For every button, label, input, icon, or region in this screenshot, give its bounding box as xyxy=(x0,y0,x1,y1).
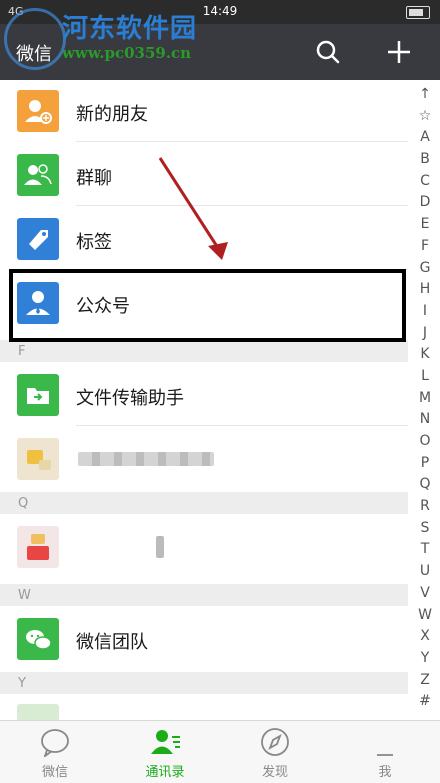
divider xyxy=(76,141,408,142)
list-item-wechat-team[interactable]: 微信团队 xyxy=(0,608,408,670)
add-button[interactable] xyxy=(381,34,417,70)
index-letter[interactable]: B xyxy=(414,149,436,171)
list-item-blurred-contact[interactable] xyxy=(0,694,408,720)
chat-bubble-icon xyxy=(41,729,69,757)
index-letter[interactable]: R xyxy=(414,496,436,518)
index-letter[interactable]: X xyxy=(414,626,436,648)
new-friends-icon xyxy=(17,90,59,132)
index-letter[interactable]: I xyxy=(414,301,436,323)
profile-icon xyxy=(377,754,393,756)
index-letter[interactable]: K xyxy=(414,344,436,366)
index-letter[interactable]: S xyxy=(414,518,436,540)
index-letter[interactable]: D xyxy=(414,192,436,214)
index-letter[interactable]: M xyxy=(414,388,436,410)
search-icon xyxy=(316,40,340,64)
wechat-team-label: 微信团队 xyxy=(76,632,148,653)
index-letter[interactable]: L xyxy=(414,366,436,388)
list-item-new-friends[interactable]: 新的朋友 xyxy=(0,80,408,142)
avatar xyxy=(17,704,59,720)
index-letter[interactable]: G xyxy=(414,258,436,280)
index-letter[interactable]: A xyxy=(414,127,436,149)
section-header-w: W xyxy=(0,584,408,606)
section-header-f: F xyxy=(0,340,408,362)
divider xyxy=(76,425,408,426)
index-letter[interactable]: Q xyxy=(414,474,436,496)
tab-contacts[interactable]: 通讯录 xyxy=(110,721,220,783)
list-item-blurred-contact[interactable] xyxy=(0,516,408,578)
tab-me[interactable]: 我 xyxy=(330,721,440,783)
group-chats-icon xyxy=(17,154,59,196)
index-letter[interactable]: N xyxy=(414,409,436,431)
compass-icon xyxy=(261,728,289,756)
bottom-tab-bar: 微信 通讯录 发现 我 xyxy=(0,720,440,783)
index-letter[interactable]: Y xyxy=(414,648,436,670)
battery-icon xyxy=(406,6,430,19)
group-chats-label: 群聊 xyxy=(76,168,112,189)
tab-chats[interactable]: 微信 xyxy=(0,721,110,783)
search-button[interactable] xyxy=(310,34,346,70)
divider xyxy=(76,205,408,206)
avatar xyxy=(17,526,59,568)
folder-icon xyxy=(17,374,59,416)
index-letter[interactable]: # xyxy=(414,691,436,713)
avatar xyxy=(17,438,59,480)
section-header-q: Q xyxy=(0,492,408,514)
index-letter[interactable]: J xyxy=(414,323,436,345)
contacts-icon xyxy=(151,730,180,754)
annotation-highlight-box xyxy=(9,269,406,342)
blurred-name xyxy=(78,452,214,466)
index-letter[interactable]: Z xyxy=(414,670,436,692)
status-time: 14:49 xyxy=(202,4,238,18)
status-bar: 4G 14:49 xyxy=(0,0,440,24)
app-header: 微信 xyxy=(0,24,440,80)
tag-icon xyxy=(17,218,59,260)
index-letter[interactable]: H xyxy=(414,279,436,301)
list-item-blurred-contact[interactable] xyxy=(0,428,408,490)
alphabet-index[interactable]: ↑ ☆ A B C D E F G H I J K L M N O P Q R S T U V W X Y Z # xyxy=(414,84,436,713)
file-transfer-label: 文件传输助手 xyxy=(76,388,184,409)
list-item-file-transfer[interactable]: 文件传输助手 xyxy=(0,364,408,426)
index-letter[interactable]: U xyxy=(414,561,436,583)
blurred-name xyxy=(156,536,164,558)
wechat-logo-icon xyxy=(17,618,59,660)
index-letter[interactable]: ↑ xyxy=(414,84,436,106)
annotation-arrow xyxy=(158,157,228,260)
plus-icon xyxy=(388,41,410,63)
index-letter[interactable]: F xyxy=(414,236,436,258)
page-title: 微信 xyxy=(16,44,52,65)
tab-discover[interactable]: 发现 xyxy=(220,721,330,783)
index-letter[interactable]: W xyxy=(414,605,436,627)
index-letter[interactable]: E xyxy=(414,214,436,236)
index-letter[interactable]: O xyxy=(414,431,436,453)
new-friends-label: 新的朋友 xyxy=(76,104,148,125)
index-letter[interactable]: C xyxy=(414,171,436,193)
tags-label: 标签 xyxy=(76,232,112,253)
index-letter[interactable]: V xyxy=(414,583,436,605)
index-letter[interactable]: P xyxy=(414,453,436,475)
section-header-y: Y xyxy=(0,672,408,694)
index-letter[interactable]: ☆ xyxy=(414,106,436,128)
index-letter[interactable]: T xyxy=(414,539,436,561)
